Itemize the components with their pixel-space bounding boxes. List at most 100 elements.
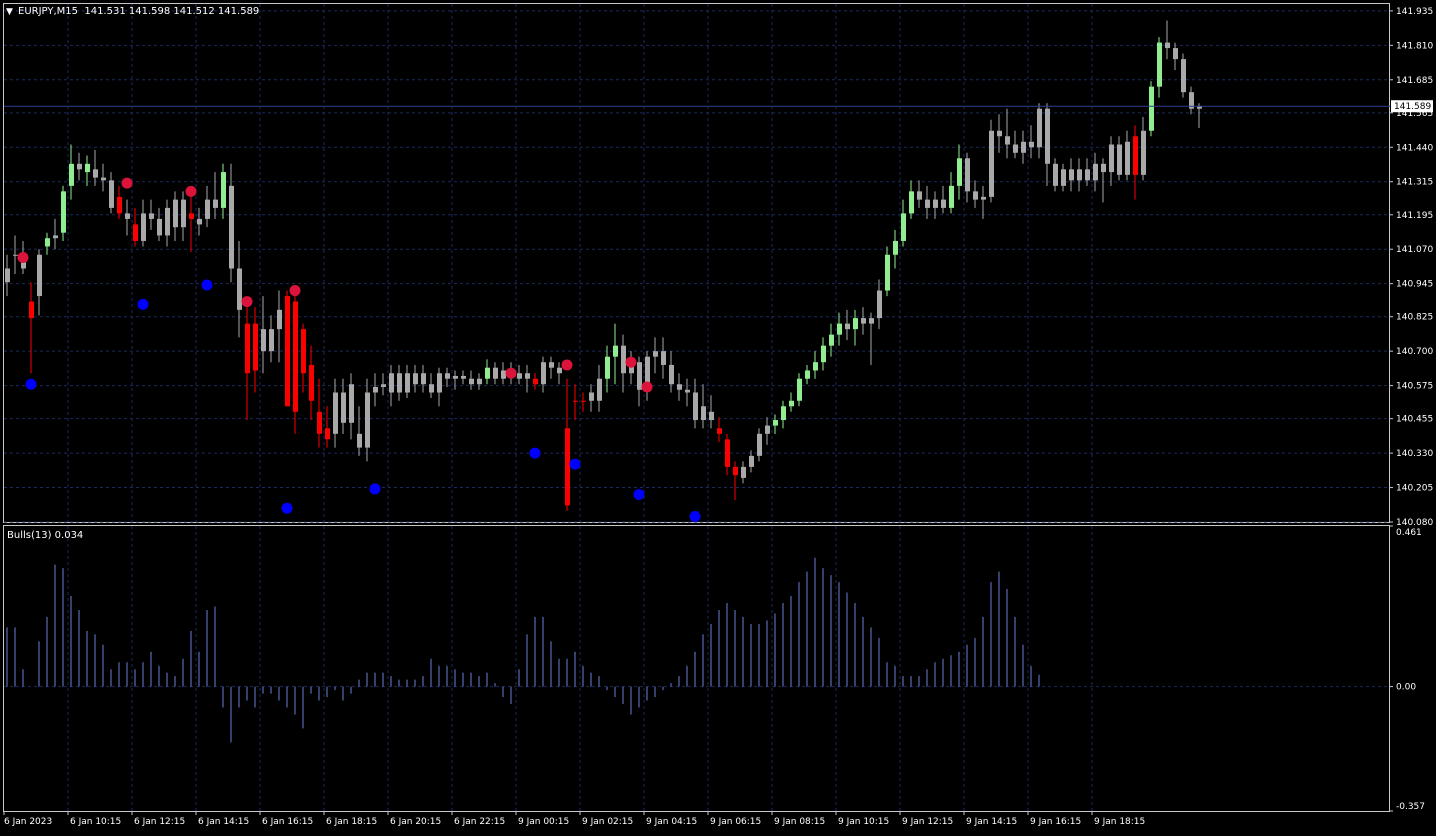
candle-body bbox=[237, 268, 242, 310]
symbol-header: EURJPY,M15 141.531 141.598 141.512 141.5… bbox=[18, 6, 259, 17]
candle-body bbox=[357, 433, 362, 448]
candle-body bbox=[893, 240, 898, 255]
header-arrow-icon[interactable]: ▼ bbox=[6, 7, 13, 17]
candle-body bbox=[821, 345, 826, 363]
price-tick-label: 141.070 bbox=[1396, 245, 1433, 255]
time-tick-label: 9 Jan 10:15 bbox=[838, 817, 889, 827]
candle-body bbox=[605, 356, 610, 379]
candle-body bbox=[85, 163, 90, 173]
time-tick-label: 9 Jan 04:15 bbox=[646, 817, 697, 827]
candle-body bbox=[997, 130, 1002, 137]
candle-body bbox=[125, 213, 130, 219]
fractal-dot-top bbox=[561, 359, 573, 371]
candle-body bbox=[53, 235, 58, 239]
indicator-tick-label: 0.00 bbox=[1396, 683, 1416, 693]
candle-body bbox=[69, 163, 74, 186]
candle-body bbox=[709, 411, 714, 421]
time-tick-label: 6 Jan 2023 bbox=[4, 817, 52, 827]
time-tick-label: 6 Jan 12:15 bbox=[134, 817, 185, 827]
candle-body bbox=[597, 378, 602, 401]
candle-body bbox=[909, 191, 914, 214]
candle-body bbox=[269, 329, 274, 352]
candle-body bbox=[37, 254, 42, 297]
candle-body bbox=[773, 420, 778, 426]
candle-body bbox=[445, 373, 450, 379]
candle-body bbox=[453, 375, 458, 379]
current-price-label: 141.589 bbox=[1394, 102, 1431, 112]
candle-body bbox=[373, 386, 378, 393]
candle-body bbox=[1101, 163, 1106, 173]
candle-body bbox=[1069, 169, 1074, 181]
fractal-dot-top bbox=[625, 356, 637, 368]
candle-body bbox=[589, 392, 594, 401]
fractal-dot-bottom bbox=[369, 483, 381, 495]
fractal-dot-bottom bbox=[281, 502, 293, 514]
candle-body bbox=[1077, 169, 1082, 181]
indicator-axis: 0.461 0.00 -0.357 bbox=[1389, 525, 1425, 812]
candle-body bbox=[285, 296, 290, 407]
candle-body bbox=[485, 367, 490, 379]
candle-body bbox=[1045, 108, 1050, 164]
candle-body bbox=[1021, 141, 1026, 153]
candle-body bbox=[637, 362, 642, 390]
candle-body bbox=[13, 254, 18, 256]
candle-body bbox=[1141, 130, 1146, 175]
candle-body bbox=[925, 199, 930, 208]
candle-body bbox=[901, 213, 906, 241]
candle-body bbox=[213, 199, 218, 208]
candle-body bbox=[197, 218, 202, 225]
candle-body bbox=[133, 224, 138, 241]
candle-body bbox=[1149, 86, 1154, 131]
candle-body bbox=[341, 392, 346, 423]
candle-body bbox=[389, 373, 394, 393]
candle-body bbox=[653, 351, 658, 357]
candle-body bbox=[805, 370, 810, 379]
candle-body bbox=[1061, 169, 1066, 186]
candle-body bbox=[1029, 141, 1034, 148]
candle-body bbox=[781, 406, 786, 421]
candle-body bbox=[29, 301, 34, 319]
candle-body bbox=[301, 329, 306, 374]
candle-body bbox=[1037, 108, 1042, 148]
candle-body bbox=[837, 323, 842, 335]
price-tick-label: 141.195 bbox=[1396, 211, 1433, 221]
candle-body bbox=[317, 411, 322, 434]
time-tick-label: 6 Jan 10:15 bbox=[70, 817, 121, 827]
candle-body bbox=[717, 428, 722, 434]
candle-body bbox=[885, 254, 890, 291]
candle-body bbox=[101, 177, 106, 181]
fractal-dot-bottom bbox=[137, 298, 149, 310]
candle-body bbox=[725, 439, 730, 467]
candle-body bbox=[565, 428, 570, 506]
price-tick-label: 140.455 bbox=[1396, 415, 1433, 425]
candle-body bbox=[941, 199, 946, 208]
candle-body bbox=[733, 466, 738, 476]
fractal-dot-top bbox=[289, 285, 301, 297]
chart-canvas[interactable]: 141.935141.810141.685141.565141.440141.3… bbox=[0, 0, 1436, 832]
indicator-label: Bulls(13) 0.034 bbox=[7, 530, 83, 541]
time-tick-label: 9 Jan 00:15 bbox=[518, 817, 569, 827]
indicator-tick-label: -0.357 bbox=[1396, 802, 1425, 812]
candle-body bbox=[789, 400, 794, 407]
candle-body bbox=[397, 373, 402, 393]
candle-body bbox=[701, 406, 706, 421]
candle-body bbox=[437, 373, 442, 393]
candle-body bbox=[877, 290, 882, 319]
fractal-dot-top bbox=[121, 177, 133, 189]
price-axis: 141.935141.810141.685141.565141.440141.3… bbox=[1389, 7, 1433, 528]
candle-body bbox=[61, 191, 66, 233]
indicator-panel[interactable] bbox=[3, 525, 1390, 812]
candle-body bbox=[693, 392, 698, 421]
candle-body bbox=[349, 384, 354, 423]
candle-body bbox=[1093, 163, 1098, 181]
candle-body bbox=[1173, 48, 1178, 60]
candle-body bbox=[1005, 136, 1010, 145]
candle-body bbox=[77, 163, 82, 170]
candle-body bbox=[573, 400, 578, 402]
time-tick-label: 6 Jan 20:15 bbox=[390, 817, 441, 827]
candle-body bbox=[181, 199, 186, 228]
candle-body bbox=[549, 362, 554, 368]
price-tick-label: 141.685 bbox=[1396, 76, 1433, 86]
candle-body bbox=[477, 378, 482, 385]
time-tick-label: 9 Jan 16:15 bbox=[1030, 817, 1081, 827]
